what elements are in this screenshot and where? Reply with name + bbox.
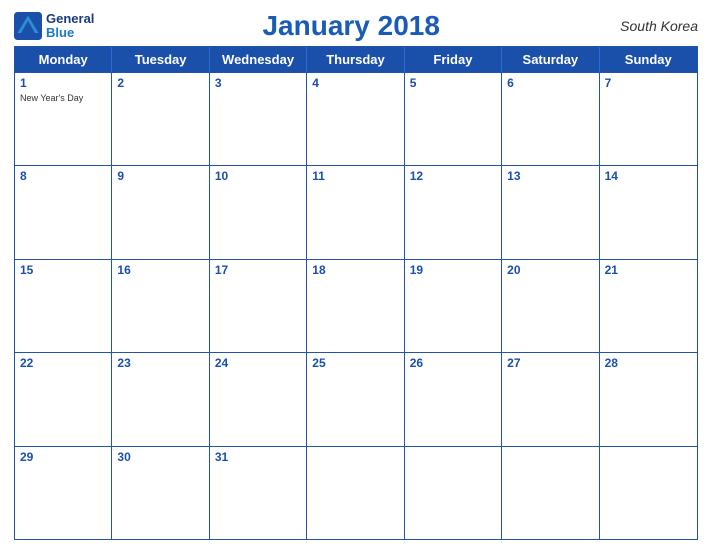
calendar-cell: 29	[15, 447, 112, 539]
day-number: 12	[410, 169, 496, 183]
calendar-cell: 7	[600, 73, 697, 165]
calendar-cell: 3	[210, 73, 307, 165]
day-number: 14	[605, 169, 692, 183]
weekday-header-friday: Friday	[405, 47, 502, 72]
day-number: 1	[20, 76, 106, 90]
calendar-cell: 21	[600, 260, 697, 352]
calendar-cell	[502, 447, 599, 539]
calendar-cell: 2	[112, 73, 209, 165]
calendar-week-4: 22 23 24 25 26 27 28	[15, 352, 697, 445]
day-number: 3	[215, 76, 301, 90]
calendar-cell: 24	[210, 353, 307, 445]
weekday-header-saturday: Saturday	[502, 47, 599, 72]
day-number: 8	[20, 169, 106, 183]
day-number: 17	[215, 263, 301, 277]
weekday-header-monday: Monday	[15, 47, 112, 72]
calendar-cell: 22	[15, 353, 112, 445]
country-label: South Korea	[608, 18, 698, 34]
calendar-cell: 17	[210, 260, 307, 352]
weekday-header-thursday: Thursday	[307, 47, 404, 72]
calendar-cell: 25	[307, 353, 404, 445]
day-number: 27	[507, 356, 593, 370]
calendar-cell: 6	[502, 73, 599, 165]
calendar-cell: 20	[502, 260, 599, 352]
general-blue-logo-icon	[14, 12, 42, 40]
weekday-header-wednesday: Wednesday	[210, 47, 307, 72]
day-number: 13	[507, 169, 593, 183]
calendar-cell: 13	[502, 166, 599, 258]
day-number: 26	[410, 356, 496, 370]
calendar-cell: 12	[405, 166, 502, 258]
calendar-cell: 9	[112, 166, 209, 258]
calendar-cell: 30	[112, 447, 209, 539]
day-number: 25	[312, 356, 398, 370]
calendar-cell: 26	[405, 353, 502, 445]
weekday-header-tuesday: Tuesday	[112, 47, 209, 72]
calendar-body: 1New Year's Day2345678910111213141516171…	[15, 72, 697, 539]
calendar-cell: 5	[405, 73, 502, 165]
calendar-cell: 11	[307, 166, 404, 258]
day-number: 20	[507, 263, 593, 277]
day-number: 19	[410, 263, 496, 277]
calendar-cell	[405, 447, 502, 539]
day-number: 6	[507, 76, 593, 90]
calendar-cell: 19	[405, 260, 502, 352]
day-number: 2	[117, 76, 203, 90]
day-number: 11	[312, 169, 398, 183]
calendar-cell: 31	[210, 447, 307, 539]
calendar-cell: 27	[502, 353, 599, 445]
calendar-cell: 28	[600, 353, 697, 445]
day-number: 21	[605, 263, 692, 277]
calendar-cell: 4	[307, 73, 404, 165]
day-number: 16	[117, 263, 203, 277]
day-number: 10	[215, 169, 301, 183]
calendar-header: MondayTuesdayWednesdayThursdayFridaySatu…	[15, 47, 697, 72]
day-number: 23	[117, 356, 203, 370]
calendar-page: GeneralBlue January 2018 South Korea Mon…	[0, 0, 712, 550]
day-number: 18	[312, 263, 398, 277]
calendar-week-2: 89 10 11 12 13 14	[15, 165, 697, 258]
calendar-week-5: 29 30 31	[15, 446, 697, 539]
weekday-header-sunday: Sunday	[600, 47, 697, 72]
calendar-cell	[307, 447, 404, 539]
logo-text: GeneralBlue	[46, 12, 94, 41]
calendar-cell: 18	[307, 260, 404, 352]
calendar-cell: 10	[210, 166, 307, 258]
calendar-cell: 1 New Year's Day	[15, 73, 112, 165]
calendar-cell	[600, 447, 697, 539]
day-number: 5	[410, 76, 496, 90]
calendar: MondayTuesdayWednesdayThursdayFridaySatu…	[14, 46, 698, 540]
day-number: 28	[605, 356, 692, 370]
day-number: 31	[215, 450, 301, 464]
calendar-cell: 23	[112, 353, 209, 445]
calendar-cell: 8	[15, 166, 112, 258]
day-number: 7	[605, 76, 692, 90]
calendar-cell: 16	[112, 260, 209, 352]
calendar-week-1: 1 New Year's Day 234567	[15, 72, 697, 165]
day-number: 4	[312, 76, 398, 90]
top-bar: GeneralBlue January 2018 South Korea	[14, 10, 698, 42]
day-number: 22	[20, 356, 106, 370]
day-number: 9	[117, 169, 203, 183]
calendar-cell: 15	[15, 260, 112, 352]
day-event: New Year's Day	[20, 93, 106, 104]
logo-area: GeneralBlue	[14, 12, 94, 41]
day-number: 30	[117, 450, 203, 464]
month-title: January 2018	[94, 10, 608, 42]
day-number: 15	[20, 263, 106, 277]
calendar-week-3: 15 16 17 18 19 20 21	[15, 259, 697, 352]
day-number: 24	[215, 356, 301, 370]
calendar-cell: 14	[600, 166, 697, 258]
day-number: 29	[20, 450, 106, 464]
